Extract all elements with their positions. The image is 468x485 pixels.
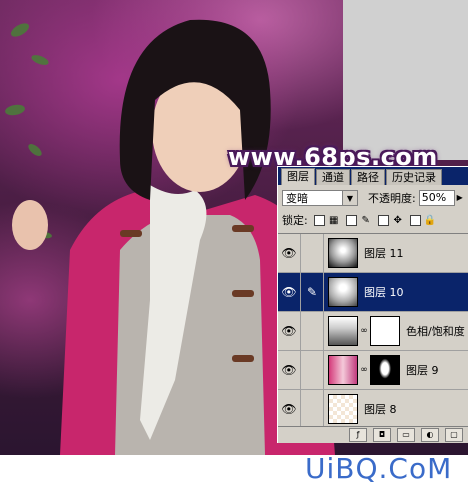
- eye-icon[interactable]: 👁: [278, 312, 301, 350]
- layer-thumbnail: [328, 277, 358, 307]
- adjustment-layer-icon[interactable]: ◐: [421, 428, 439, 442]
- eye-icon[interactable]: 👁: [278, 273, 301, 311]
- chain-link-icon[interactable]: ∞: [360, 326, 368, 336]
- tab-history[interactable]: 历史记录: [386, 169, 442, 185]
- adjustment-thumbnail: [328, 316, 358, 346]
- layer-row[interactable]: 👁 ∞ 图层 9: [278, 351, 468, 390]
- layer-link-slot[interactable]: [301, 234, 324, 272]
- layers-panel: 图层 通道 路径 历史记录 变暗 ▼ 不透明度: 50% ▶ 锁定: ▦ ✎ ✥…: [277, 166, 468, 443]
- lock-position-checkbox[interactable]: [377, 214, 389, 226]
- canvas-background-area: [343, 0, 468, 160]
- lock-icon: 🔒: [423, 214, 437, 226]
- lock-pixels-checkbox[interactable]: [345, 214, 357, 226]
- layer-name: 图层 9: [406, 364, 439, 377]
- chevron-down-icon: ▼: [342, 191, 357, 205]
- tab-paths[interactable]: 路径: [351, 169, 385, 185]
- chain-link-icon[interactable]: ∞: [360, 365, 368, 375]
- transparency-grid-icon: ▦: [328, 214, 339, 226]
- site-logo: UiBQ.CoM: [305, 452, 453, 485]
- layer-thumbnail: [328, 238, 358, 268]
- layer-name: 色相/饱和度: [406, 325, 465, 338]
- layer-mask-thumbnail: [370, 355, 400, 385]
- layer-link-slot[interactable]: [301, 312, 324, 350]
- lock-transparency-checkbox[interactable]: [313, 214, 325, 226]
- layer-name: 图层 11: [364, 247, 404, 260]
- move-icon: ✥: [393, 214, 402, 226]
- brush-icon[interactable]: ✎: [301, 273, 324, 311]
- layer-row[interactable]: 👁 图层 8: [278, 390, 468, 427]
- layer-row[interactable]: 👁 图层 11: [278, 234, 468, 273]
- layer-mask-thumbnail: [370, 316, 400, 346]
- opacity-input[interactable]: 50%: [418, 190, 455, 206]
- opacity-label: 不透明度:: [368, 192, 416, 205]
- new-group-icon[interactable]: ▭: [397, 428, 415, 442]
- add-mask-icon[interactable]: ◘: [373, 428, 391, 442]
- opacity-slider-arrow-icon[interactable]: ▶: [455, 190, 465, 206]
- panel-bottom-toolbar: ƒ ◘ ▭ ◐ ▢: [278, 426, 468, 443]
- lock-row: 锁定: ▦ ✎ ✥ 🔒: [282, 212, 465, 228]
- layer-style-icon[interactable]: ƒ: [349, 428, 367, 442]
- tab-channels[interactable]: 通道: [316, 169, 350, 185]
- lock-label: 锁定:: [282, 214, 308, 227]
- blend-mode-value: 变暗: [286, 192, 308, 205]
- panel-tabs: 图层 通道 路径 历史记录: [278, 167, 468, 185]
- layer-row-selected[interactable]: 👁 ✎ 图层 10: [278, 273, 468, 312]
- eye-icon[interactable]: 👁: [278, 351, 301, 389]
- layer-thumbnail: [328, 394, 358, 424]
- layer-thumbnail: [328, 355, 358, 385]
- blend-mode-select[interactable]: 变暗 ▼: [282, 190, 358, 206]
- layers-list: 👁 图层 11 👁 ✎ 图层 10 👁 ∞ 色相/饱和度 👁 ∞ 图层 9 👁 …: [278, 233, 468, 427]
- layer-name: 图层 8: [364, 403, 397, 416]
- layer-link-slot[interactable]: [301, 351, 324, 389]
- brush-icon: ✎: [361, 214, 370, 226]
- layer-row[interactable]: 👁 ∞ 色相/饱和度: [278, 312, 468, 351]
- blend-opacity-row: 变暗 ▼ 不透明度: 50% ▶: [282, 189, 465, 207]
- eye-icon[interactable]: 👁: [278, 234, 301, 272]
- lock-all-checkbox[interactable]: [409, 214, 421, 226]
- layer-name: 图层 10: [364, 286, 404, 299]
- eye-icon[interactable]: 👁: [278, 390, 301, 427]
- layer-link-slot[interactable]: [301, 390, 324, 427]
- new-layer-icon[interactable]: ▢: [445, 428, 463, 442]
- tab-layers[interactable]: 图层: [281, 168, 315, 185]
